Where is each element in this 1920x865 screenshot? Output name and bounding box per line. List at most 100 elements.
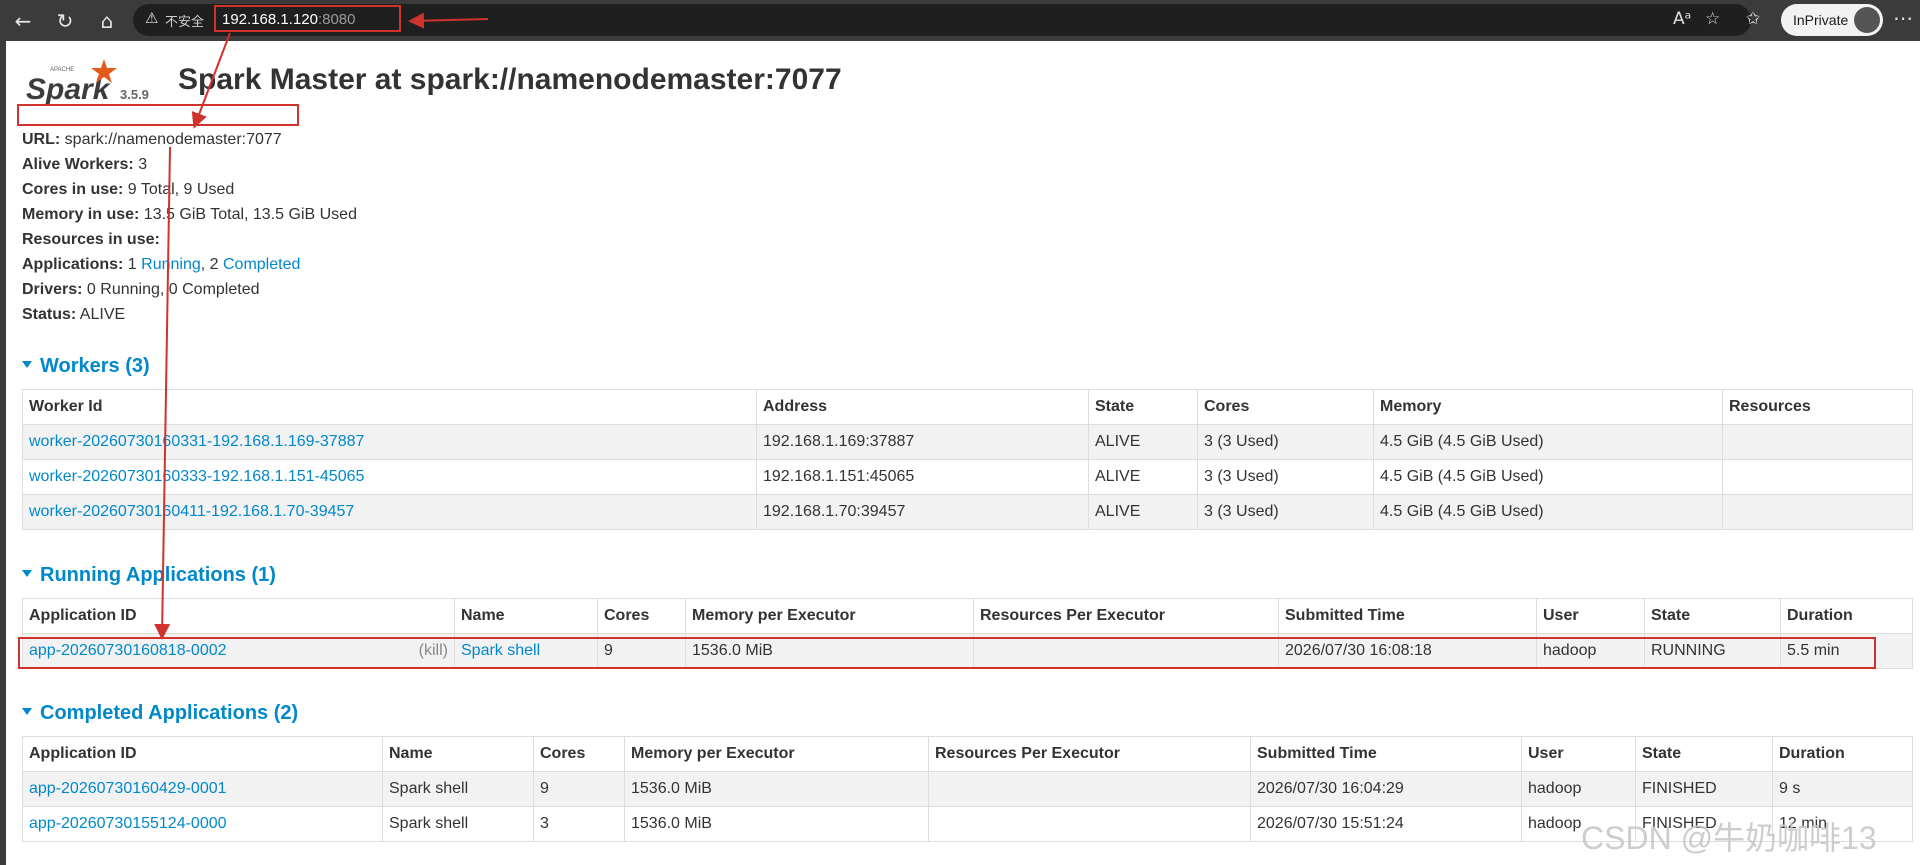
workers-heading[interactable]: Workers (3) <box>22 355 150 378</box>
completed-cell-memory-per-executor: 1536.0 MiB <box>624 806 929 842</box>
browser-toolbar: ← ↻ ⌂ ⚠ 不安全 192.168.1.120:8080 Aᵃ ☆ ✩ In… <box>0 0 1920 41</box>
completed-count: , 2 <box>200 256 223 273</box>
workers-table: Worker Id Address State Cores Memory Resource… <box>22 389 1913 530</box>
cell-value: FINISHED <box>1642 780 1717 797</box>
completed-col-user[interactable]: User <box>1521 736 1636 772</box>
completed-heading[interactable]: Completed Applications (2) <box>22 702 298 725</box>
running-heading-label: Running Applications (1) <box>40 564 276 586</box>
applications-row: Applications: 1 Running, 2 Completed <box>22 252 357 277</box>
workers-col-state[interactable]: State <box>1088 389 1198 425</box>
running-col-application-id[interactable]: Application ID <box>22 598 455 634</box>
memory-label: Memory in use: <box>22 206 140 223</box>
completed-col-resources-per-executor[interactable]: Resources Per Executor <box>928 736 1251 772</box>
favorite-star-icon[interactable]: ☆ <box>1705 9 1720 29</box>
running-col-submitted-time[interactable]: Submitted Time <box>1278 598 1537 634</box>
refresh-icon[interactable]: ↻ <box>52 8 78 34</box>
application-id-link[interactable]: app-20260730155124-0000 <box>29 815 227 832</box>
resources-label: Resources in use: <box>22 231 160 248</box>
completed-col-memory-per-executor[interactable]: Memory per Executor <box>624 736 929 772</box>
cell-value: 3 (3 Used) <box>1204 503 1279 520</box>
cores-value: 9 Total, 9 Used <box>123 181 235 198</box>
application-id-link[interactable]: worker-20260730160333-192.168.1.151-4506… <box>29 468 364 485</box>
workers-cell-memory: 4.5 GiB (4.5 GiB Used) <box>1373 494 1723 530</box>
workers-cell-worker-id: worker-20260730160411-192.168.1.70-39457 <box>22 494 757 530</box>
completed-col-state[interactable]: State <box>1635 736 1773 772</box>
running-col-cores[interactable]: Cores <box>597 598 686 634</box>
running-col-resources-per-executor[interactable]: Resources Per Executor <box>973 598 1279 634</box>
insecure-label: 不安全 <box>165 15 205 30</box>
workers-cell-cores: 3 (3 Used) <box>1197 494 1374 530</box>
completed-cell-application-id: app-20260730160429-0001 <box>22 771 383 807</box>
running-count: 1 <box>123 256 142 273</box>
workers-cell-memory: 4.5 GiB (4.5 GiB Used) <box>1373 459 1723 495</box>
completed-cell-duration: 9 s <box>1772 771 1913 807</box>
cell-value: 9 s <box>1779 780 1801 797</box>
completed-col-name[interactable]: Name <box>382 736 534 772</box>
completed-cell-name: Spark shell <box>382 806 534 842</box>
completed-heading-label: Completed Applications (2) <box>40 702 299 724</box>
inprivate-button[interactable]: InPrivate <box>1781 4 1883 36</box>
cell-value: 192.168.1.169:37887 <box>763 433 915 450</box>
collapse-arrow-icon <box>22 361 32 369</box>
application-id-link[interactable]: worker-20260730160411-192.168.1.70-39457 <box>29 503 354 520</box>
running-heading[interactable]: Running Applications (1) <box>22 564 276 587</box>
running-col-user[interactable]: User <box>1536 598 1645 634</box>
url-row: URL: spark://namenodemaster:7077 <box>22 127 357 152</box>
completed-apps-link[interactable]: Completed <box>223 256 300 273</box>
memory-row: Memory in use: 13.5 GiB Total, 13.5 GiB … <box>22 202 357 227</box>
alive-workers-value: 3 <box>133 156 148 173</box>
completed-col-duration[interactable]: Duration <box>1772 736 1913 772</box>
watermark: CSDN @牛奶咖啡13 <box>1581 820 1877 856</box>
application-id-link[interactable]: app-20260730160429-0001 <box>29 780 227 797</box>
inprivate-label: InPrivate <box>1793 12 1849 28</box>
application-id-link[interactable]: worker-20260730160331-192.168.1.169-3788… <box>29 433 364 450</box>
back-icon[interactable]: ← <box>10 8 36 34</box>
resources-row: Resources in use: <box>22 227 357 252</box>
memory-value: 13.5 GiB Total, 13.5 GiB Used <box>139 206 357 223</box>
workers-col-resources[interactable]: Resources <box>1722 389 1913 425</box>
workers-col-address[interactable]: Address <box>756 389 1089 425</box>
running-col-state[interactable]: State <box>1644 598 1781 634</box>
cell-value: 2026/07/30 15:51:24 <box>1257 815 1404 832</box>
cell-value: ALIVE <box>1095 433 1141 450</box>
completed-cell-application-id: app-20260730155124-0000 <box>22 806 383 842</box>
completed-col-cores[interactable]: Cores <box>533 736 625 772</box>
cell-value: 3 (3 Used) <box>1204 433 1279 450</box>
read-aloud-icon[interactable]: Aᵃ <box>1673 9 1691 29</box>
workers-col-cores[interactable]: Cores <box>1197 389 1374 425</box>
cell-value: ALIVE <box>1095 468 1141 485</box>
workers-cell-state: ALIVE <box>1088 494 1198 530</box>
completed-cell-user: hadoop <box>1521 771 1636 807</box>
table-row: worker-20260730160411-192.168.1.70-39457… <box>22 494 1913 530</box>
workers-col-memory[interactable]: Memory <box>1373 389 1723 425</box>
favorites-icon[interactable]: ✩ <box>1746 9 1760 29</box>
url-label: URL: <box>22 131 61 148</box>
completed-col-application-id[interactable]: Application ID <box>22 736 383 772</box>
workers-cell-worker-id: worker-20260730160331-192.168.1.169-3788… <box>22 424 757 460</box>
workers-cell-state: ALIVE <box>1088 424 1198 460</box>
cell-value: 4.5 GiB (4.5 GiB Used) <box>1380 468 1544 485</box>
cell-value: 4.5 GiB (4.5 GiB Used) <box>1380 433 1544 450</box>
workers-cell-resources <box>1722 459 1913 495</box>
cell-value: 192.168.1.70:39457 <box>763 503 906 520</box>
cell-value: hadoop <box>1528 815 1582 832</box>
status-label: Status: <box>22 306 77 323</box>
workers-cell-state: ALIVE <box>1088 459 1198 495</box>
completed-col-submitted-time[interactable]: Submitted Time <box>1250 736 1522 772</box>
workers-col-worker-id[interactable]: Worker Id <box>22 389 757 425</box>
cell-value: 1536.0 MiB <box>631 780 712 797</box>
workers-cell-cores: 3 (3 Used) <box>1197 459 1374 495</box>
workers-cell-cores: 3 (3 Used) <box>1197 424 1374 460</box>
running-col-name[interactable]: Name <box>454 598 598 634</box>
workers-cell-resources <box>1722 494 1913 530</box>
home-icon[interactable]: ⌂ <box>94 8 120 34</box>
workers-cell-memory: 4.5 GiB (4.5 GiB Used) <box>1373 424 1723 460</box>
running-apps-link[interactable]: Running <box>141 256 201 273</box>
more-icon[interactable]: ⋯ <box>1893 6 1913 30</box>
avatar <box>1854 7 1880 33</box>
cell-value: 192.168.1.151:45065 <box>763 468 915 485</box>
url-highlight-box-page <box>17 104 299 126</box>
running-col-memory-per-executor[interactable]: Memory per Executor <box>685 598 974 634</box>
warning-icon: ⚠ <box>145 9 159 27</box>
running-col-duration[interactable]: Duration <box>1780 598 1913 634</box>
